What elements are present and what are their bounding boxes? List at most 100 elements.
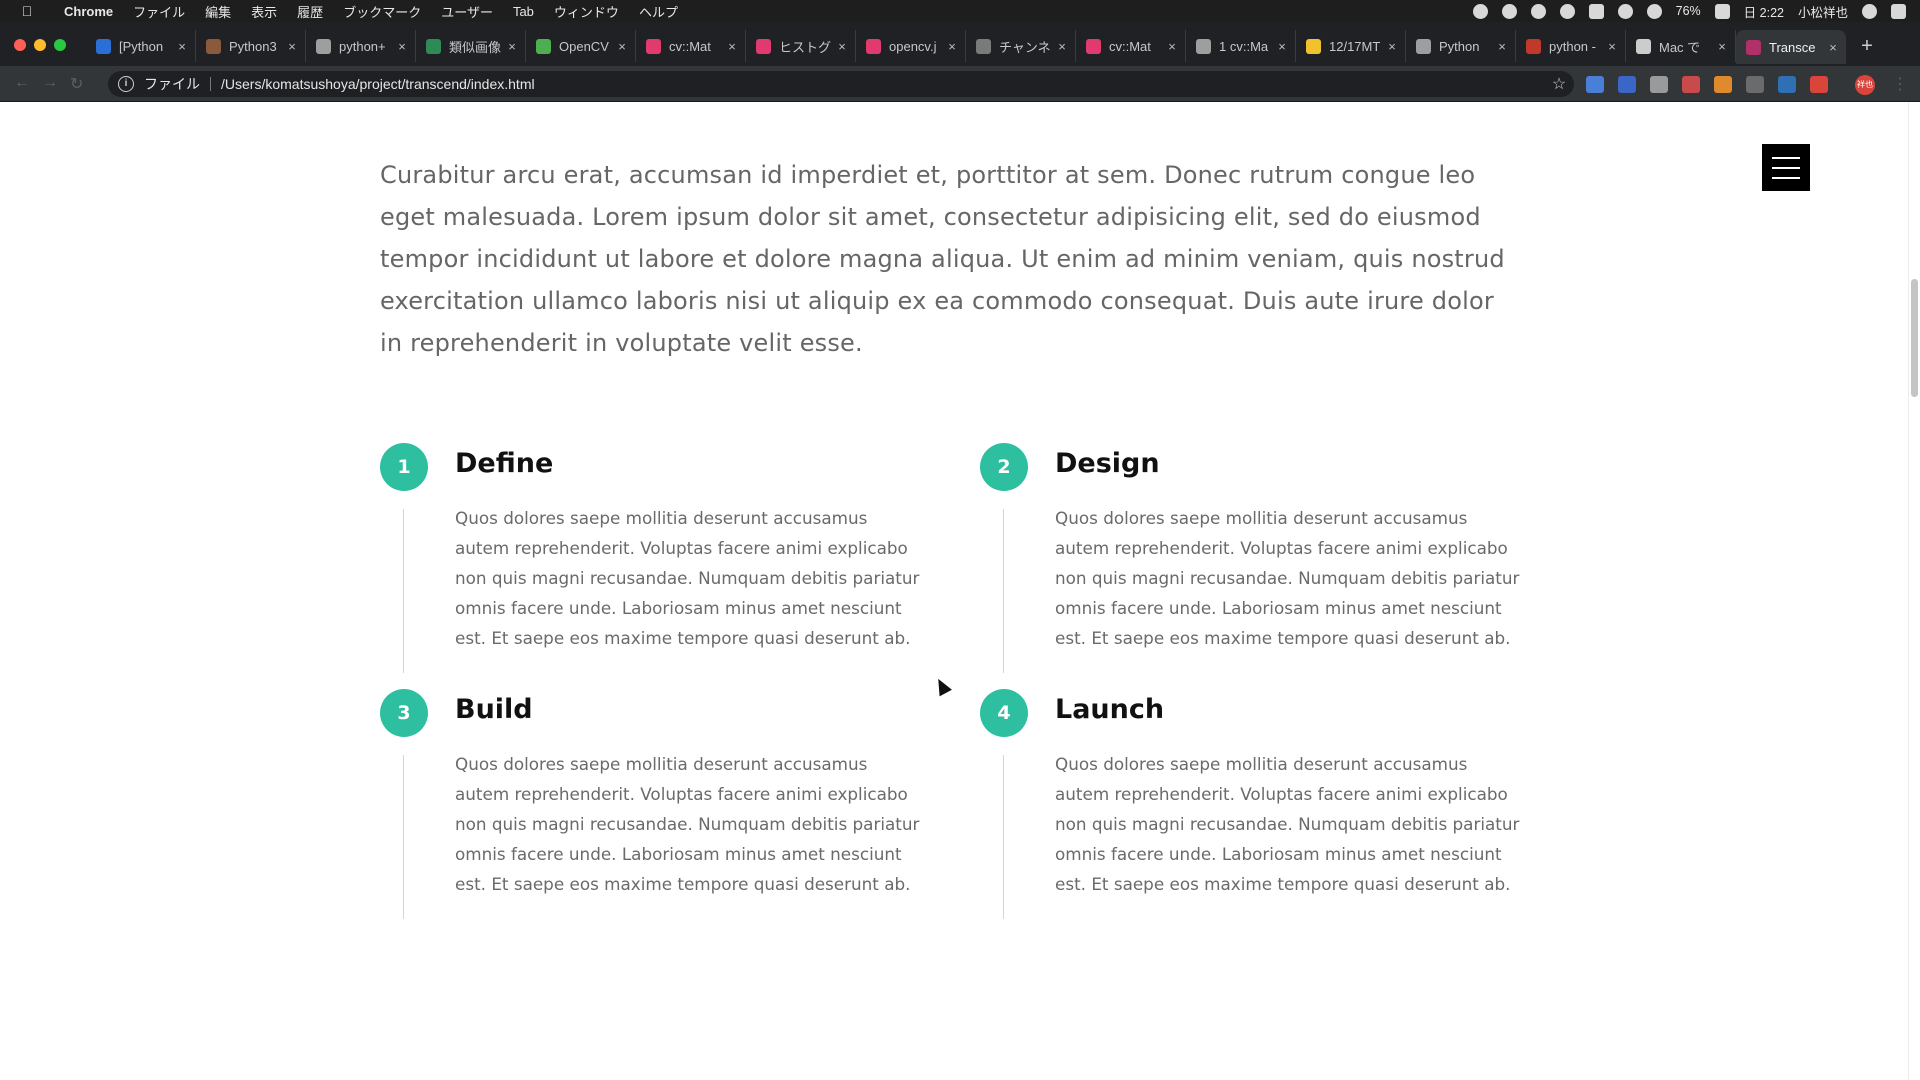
extension-icon[interactable] bbox=[1746, 76, 1764, 93]
tab-close-icon[interactable]: × bbox=[1826, 40, 1840, 55]
step-description: Quos dolores saepe mollitia deserunt acc… bbox=[455, 754, 920, 894]
browser-tab[interactable]: Python3 × bbox=[196, 30, 306, 62]
notification-center-icon[interactable] bbox=[1891, 3, 1906, 19]
user-name[interactable]: 小松祥也 bbox=[1798, 2, 1848, 21]
menu-user[interactable]: ユーザー bbox=[431, 2, 503, 21]
browser-tab[interactable]: [Python × bbox=[86, 30, 196, 62]
page-scrollbar[interactable] bbox=[1908, 102, 1920, 1080]
intro-paragraph: Curabitur arcu erat, accumsan id imperdi… bbox=[380, 161, 1505, 357]
tab-close-icon[interactable]: × bbox=[945, 39, 959, 54]
browser-tab[interactable]: Mac で × bbox=[1626, 30, 1736, 62]
tab-close-icon[interactable]: × bbox=[615, 39, 629, 54]
browser-tab[interactable]: Python × bbox=[1406, 30, 1516, 62]
browser-toolbar: ← → ↻ i ファイル /Users/komatsushoya/project… bbox=[0, 66, 1920, 102]
info-icon[interactable]: i bbox=[118, 76, 134, 92]
tab-close-icon[interactable]: × bbox=[175, 39, 189, 54]
tab-favicon-icon bbox=[646, 38, 661, 54]
extension-icon[interactable] bbox=[1586, 76, 1604, 93]
apple-menu-icon[interactable]:  bbox=[0, 3, 54, 19]
menu-tab[interactable]: Tab bbox=[503, 4, 544, 19]
clock[interactable]: 日 2:22 bbox=[1744, 2, 1784, 21]
extension-icon[interactable] bbox=[1650, 76, 1668, 93]
menu-file[interactable]: ファイル bbox=[123, 2, 195, 21]
extension-icon[interactable] bbox=[1810, 76, 1828, 93]
tab-close-icon[interactable]: × bbox=[285, 39, 299, 54]
address-bar[interactable]: i ファイル /Users/komatsushoya/project/trans… bbox=[108, 71, 1574, 97]
menu-app-name[interactable]: Chrome bbox=[54, 4, 123, 19]
browser-tab[interactable]: cv::Mat × bbox=[636, 30, 746, 62]
menu-window[interactable]: ウィンドウ bbox=[544, 2, 629, 21]
address-url[interactable]: /Users/komatsushoya/project/transcend/in… bbox=[221, 76, 1544, 92]
tab-title: チャンネ bbox=[999, 39, 1051, 55]
back-arrow-icon[interactable]: ← bbox=[14, 74, 30, 94]
tab-title: 1 cv::Ma bbox=[1219, 38, 1269, 54]
browser-tab[interactable]: チャンネ × bbox=[966, 30, 1076, 62]
tab-close-icon[interactable]: × bbox=[1275, 39, 1289, 54]
close-window-icon[interactable] bbox=[14, 39, 26, 51]
tab-favicon-icon bbox=[976, 38, 991, 54]
browser-tab[interactable]: 12/17MT × bbox=[1296, 30, 1406, 62]
reload-icon[interactable]: ↻ bbox=[70, 74, 83, 94]
tab-list: [Python × Python3 × python+ × 類似画像 × OpenCV × cv::… bbox=[86, 30, 1882, 64]
browser-tab[interactable]: Transce × bbox=[1736, 30, 1846, 64]
maximize-window-icon[interactable] bbox=[54, 39, 66, 51]
step-design: 2 Design Quos dolores saepe mollitia des… bbox=[980, 443, 1540, 689]
menu-edit[interactable]: 編集 bbox=[195, 2, 241, 21]
tab-close-icon[interactable]: × bbox=[725, 39, 739, 54]
browser-tab[interactable]: ヒストグ × bbox=[746, 30, 856, 62]
menu-history[interactable]: 履歴 bbox=[287, 2, 333, 21]
tab-close-icon[interactable]: × bbox=[1165, 39, 1179, 54]
browser-tab[interactable]: cv::Mat × bbox=[1076, 30, 1186, 62]
menu-view[interactable]: 表示 bbox=[241, 2, 287, 21]
forward-arrow-icon[interactable]: → bbox=[42, 74, 58, 94]
page-viewport: Curabitur arcu erat, accumsan id imperdi… bbox=[0, 102, 1920, 1080]
extension-icon[interactable] bbox=[1618, 76, 1636, 93]
bluetooth-icon[interactable] bbox=[1617, 3, 1633, 19]
browser-tab[interactable]: 1 cv::Ma × bbox=[1186, 30, 1296, 62]
hamburger-menu-button[interactable] bbox=[1762, 144, 1810, 191]
browser-tab[interactable]: python - × bbox=[1516, 30, 1626, 62]
step-description: Quos dolores saepe mollitia deserunt acc… bbox=[1055, 508, 1520, 648]
profile-avatar[interactable]: 祥也 bbox=[1855, 75, 1875, 95]
tab-close-icon[interactable]: × bbox=[1055, 39, 1069, 54]
spotlight-search-icon[interactable] bbox=[1862, 3, 1877, 19]
input-method-icon[interactable] bbox=[1588, 3, 1604, 19]
extension-icon[interactable] bbox=[1714, 76, 1732, 93]
evernote-icon[interactable] bbox=[1530, 3, 1546, 19]
step-connector-line bbox=[1003, 509, 1004, 673]
menu-help[interactable]: ヘルプ bbox=[629, 2, 688, 21]
browser-tab[interactable]: python+ × bbox=[306, 30, 416, 62]
step-description: Quos dolores saepe mollitia deserunt acc… bbox=[1055, 754, 1520, 894]
record-icon[interactable] bbox=[1472, 3, 1488, 19]
browser-tab[interactable]: 類似画像 × bbox=[416, 30, 526, 62]
bookmark-star-icon[interactable]: ☆ bbox=[1544, 74, 1574, 94]
tab-close-icon[interactable]: × bbox=[1385, 39, 1399, 54]
tab-title: [Python bbox=[119, 38, 164, 54]
tab-close-icon[interactable]: × bbox=[395, 39, 409, 54]
battery-percent[interactable]: 76% bbox=[1676, 4, 1701, 18]
browser-tab[interactable]: OpenCV × bbox=[526, 30, 636, 62]
extension-icon[interactable] bbox=[1778, 76, 1796, 93]
tab-favicon-icon bbox=[426, 38, 441, 54]
step-connector-line bbox=[403, 509, 404, 673]
minimize-window-icon[interactable] bbox=[34, 39, 46, 51]
menu-bookmarks[interactable]: ブックマーク bbox=[333, 2, 431, 21]
wifi-icon[interactable] bbox=[1646, 3, 1662, 19]
tab-close-icon[interactable]: × bbox=[505, 39, 519, 54]
battery-icon[interactable] bbox=[1714, 3, 1730, 19]
tab-title: cv::Mat bbox=[1109, 38, 1151, 54]
tab-close-icon[interactable]: × bbox=[835, 39, 849, 54]
scrollbar-thumb[interactable] bbox=[1911, 279, 1918, 397]
address-scheme: ファイル bbox=[144, 76, 200, 92]
more-menu-icon[interactable]: ⋮ bbox=[1892, 74, 1908, 94]
grammarly-icon[interactable] bbox=[1501, 3, 1517, 19]
tab-close-icon[interactable]: × bbox=[1605, 39, 1619, 54]
new-tab-button[interactable]: + bbox=[1852, 30, 1882, 62]
extension-icon[interactable] bbox=[1682, 76, 1700, 93]
tab-close-icon[interactable]: × bbox=[1495, 39, 1509, 54]
tab-close-icon[interactable]: × bbox=[1715, 39, 1729, 54]
browser-tab[interactable]: opencv.j × bbox=[856, 30, 966, 62]
cloud-icon[interactable] bbox=[1559, 3, 1575, 19]
step-build: 3 Build Quos dolores saepe mollitia dese… bbox=[380, 689, 940, 935]
tab-favicon-icon bbox=[1526, 38, 1541, 54]
